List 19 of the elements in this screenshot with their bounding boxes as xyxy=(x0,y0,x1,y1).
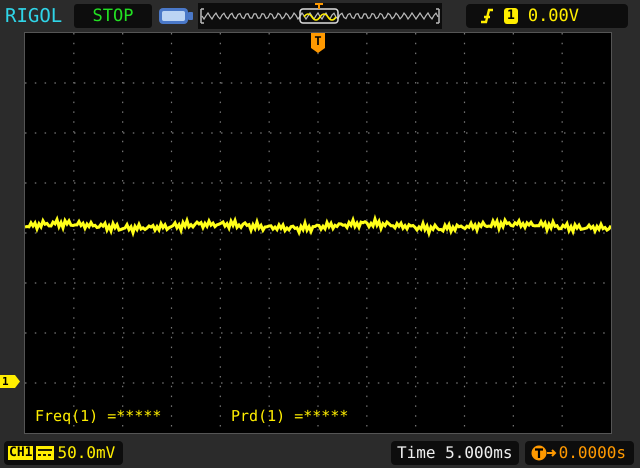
measurement-readout: Freq(1) =***** xyxy=(35,407,162,425)
trigger-offset: 0.0000s xyxy=(558,443,626,462)
run-state-label[interactable]: STOP xyxy=(74,4,152,28)
rising-edge-icon xyxy=(480,8,494,24)
vertical-scale: 50.0mV xyxy=(57,443,116,462)
measurement-readout: Prd(1) =***** xyxy=(231,407,350,425)
trigger-arrow-icon xyxy=(530,444,557,460)
trigger-level: 0.00V xyxy=(528,6,580,26)
coupling-icon xyxy=(36,446,54,460)
trigger-source-badge: 1 xyxy=(504,8,518,24)
brand-logo: RIGOL xyxy=(5,5,64,27)
channel-scale-panel[interactable]: CH1 50.0mV xyxy=(4,440,124,464)
trigger-position-marker[interactable]: T xyxy=(311,33,325,53)
trigger-offset-panel[interactable]: 0.0000s xyxy=(524,440,634,464)
battery-icon xyxy=(158,6,194,26)
channel-label: CH1 xyxy=(8,446,34,460)
channel-marker[interactable]: 1 xyxy=(0,375,20,388)
trigger-panel[interactable]: 1 0.00V xyxy=(466,4,628,28)
timebase-readout[interactable]: Time 5.000ms xyxy=(390,440,519,464)
